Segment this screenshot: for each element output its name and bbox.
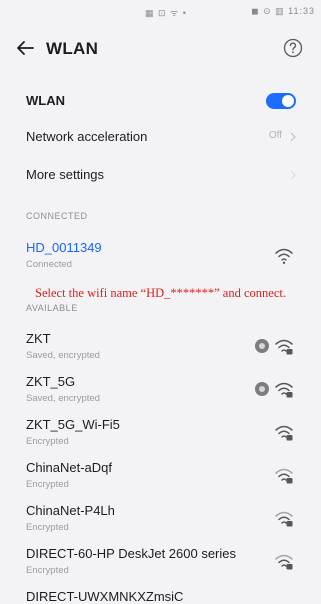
wlan-toggle-row[interactable]: WLAN — [26, 82, 296, 120]
network-item-direct-uwxmnkxz[interactable]: DIRECT-UWXMNKXZmsiC — [26, 585, 296, 604]
connected-section-title: CONNECTED — [26, 211, 88, 221]
back-arrow-icon[interactable] — [13, 36, 37, 60]
wifi-signal-icon — [275, 248, 293, 264]
page-title: WLAN — [46, 39, 99, 58]
wifi-lock-icon — [275, 511, 293, 527]
network-name: DIRECT-UWXMNKXZmsiC — [26, 589, 184, 604]
network-item-chinanet-p4lh[interactable]: ChinaNet-P4Lh Encrypted — [26, 499, 296, 543]
wifi-lock-icon — [275, 554, 293, 570]
network-name: ChinaNet-P4Lh — [26, 503, 115, 518]
wifi-lock-icon — [275, 339, 293, 355]
network-status: Saved, encrypted — [26, 393, 100, 404]
connected-network-status: Connected — [26, 259, 72, 270]
network-status: Encrypted — [26, 479, 69, 490]
network-name: ZKT_5G_Wi-Fi5 — [26, 417, 120, 432]
connected-network-name: HD_0011349 — [26, 240, 102, 255]
wlan-toggle[interactable] — [266, 93, 296, 109]
network-status: Encrypted — [26, 436, 69, 447]
chevron-right-icon — [290, 132, 296, 142]
header: WLAN — [0, 26, 321, 72]
wifi-lock-icon — [275, 382, 293, 398]
network-acceleration-label: Network acceleration — [26, 129, 148, 144]
more-settings-row[interactable]: More settings — [26, 156, 296, 194]
network-item-direct-60-hp[interactable]: DIRECT-60-HP DeskJet 2600 series Encrypt… — [26, 542, 296, 586]
network-name: ZKT — [26, 331, 51, 346]
task-instruction: Select the wifi name “HD_*******” and co… — [35, 286, 286, 300]
network-item-zkt-5g[interactable]: ZKT_5G Saved, encrypted — [26, 370, 296, 414]
network-name: DIRECT-60-HP DeskJet 2600 series — [26, 546, 237, 561]
network-status: Encrypted — [26, 565, 69, 576]
toggle-knob — [282, 95, 294, 107]
network-item-zkt[interactable]: ZKT Saved, encrypted — [26, 327, 296, 371]
more-settings-label: More settings — [26, 167, 105, 182]
connected-network-item[interactable]: HD_0011349 Connected — [26, 236, 296, 280]
network-name: ZKT_5G — [26, 374, 76, 389]
network-item-chinanet-adqf[interactable]: ChinaNet-aDqf Encrypted — [26, 456, 296, 500]
question-circle-icon[interactable] — [282, 37, 304, 59]
wifi-lock-icon — [275, 425, 293, 441]
saved-badge-icon — [255, 382, 269, 396]
saved-badge-icon — [255, 339, 269, 353]
status-bar: ▦ ⊡ ᯤ • ◼ ⊙ ▥ 11:33 — [0, 0, 321, 24]
status-icons-right: ◼ ⊙ ▥ 11:33 — [251, 6, 315, 16]
status-icons-center: ▦ ⊡ ᯤ • — [145, 8, 187, 18]
network-status: Saved, encrypted — [26, 350, 100, 361]
wlan-label: WLAN — [26, 93, 65, 108]
network-name: ChinaNet-aDqf — [26, 460, 112, 475]
network-item-zkt-5g-wifi5[interactable]: ZKT_5G_Wi-Fi5 Encrypted — [26, 413, 296, 457]
network-acceleration-value: Off — [268, 130, 282, 141]
wifi-lock-icon — [275, 468, 293, 484]
network-acceleration-row[interactable]: Network acceleration Off — [26, 118, 296, 156]
network-status: Encrypted — [26, 522, 69, 533]
chevron-right-icon — [290, 170, 296, 180]
available-section-title: AVAILABLE — [26, 303, 78, 313]
